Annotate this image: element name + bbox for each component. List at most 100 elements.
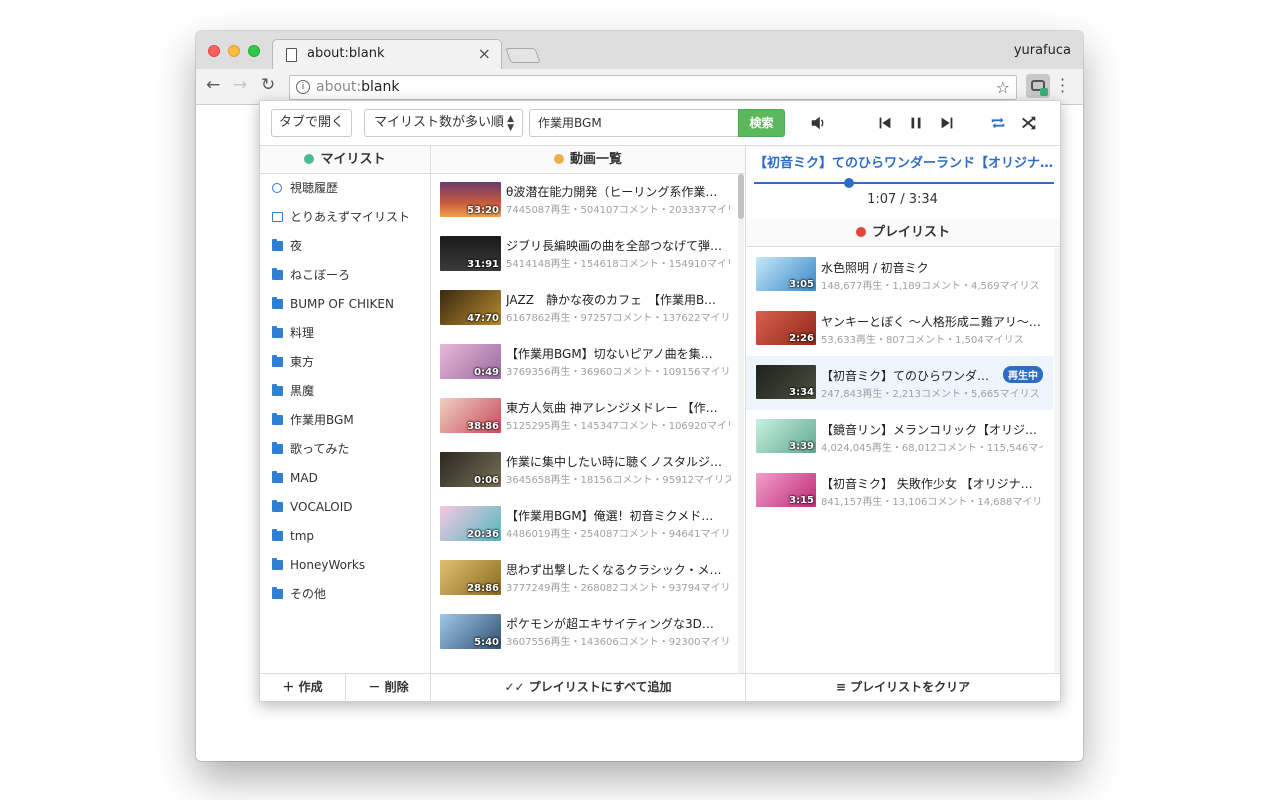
double-check-icon: ✓✓ [504,680,529,694]
video-thumbnail: 0:06 [440,452,501,487]
open-in-tab-button[interactable]: タブで開く [271,109,352,137]
video-list-scrollbar[interactable] [738,174,744,673]
playlist-thumbnail: 3:05 [756,257,816,291]
video-thumbnail: 38:86 [440,398,501,433]
pause-icon[interactable] [906,114,926,134]
delete-mylist-button[interactable]: － 削除 [346,674,431,702]
forward-icon[interactable]: → [233,75,247,95]
mylist-item-history[interactable]: 視聴履歴 [260,174,430,203]
video-list: 53:20 θ波潜在能力開発（ヒーリング系作業用BGM） 7445087再生・5… [431,174,745,673]
playlist-list: 3:05 水色照明 / 初音ミク 148,677再生・1,189コメント・4,5… [746,248,1053,673]
mylist-header: マイリスト [260,146,430,174]
video-meta: 5125295再生・145347コメント・106920マイリス [506,421,731,432]
mylist-item[interactable]: HoneyWorks [260,551,430,580]
play-badge-icon [1040,88,1048,96]
profile-name[interactable]: yurafuca [1014,43,1071,58]
video-item[interactable]: 47:70 JAZZ 静かな夜のカフェ 【作業用BGM】 6167862再生・9… [431,282,745,336]
repeat-icon[interactable] [988,114,1008,134]
playlist-scrollbar[interactable] [1054,248,1060,673]
video-item[interactable]: 31:91 ジブリ長編映画の曲を全部つなげて弾いてみた 5414148再生・15… [431,228,745,282]
mylist-item[interactable]: VOCALOID [260,493,430,522]
mylist-item[interactable]: ねこぼーろ [260,261,430,290]
info-icon[interactable]: i [296,80,310,94]
add-all-to-playlist-button[interactable]: ✓✓ プレイリストにすべて追加 [431,673,745,701]
new-tab-button[interactable] [505,48,541,63]
mylist-footer: ＋ 作成 － 削除 [260,673,431,702]
playlist-item-meta: 841,157再生・13,106コメント・14,688マイリス [821,497,1043,508]
history-icon [272,183,282,193]
create-mylist-button[interactable]: ＋ 作成 [260,674,345,702]
volume-icon[interactable] [808,114,828,134]
popup-toolbar: タブで開く マイリスト数が多い順 ▲ ▼ 作業用BGM 検索 [260,101,1060,146]
video-item[interactable]: 53:20 θ波潜在能力開発（ヒーリング系作業用BGM） 7445087再生・5… [431,174,745,228]
mylist-item-default[interactable]: とりあえずマイリスト [260,203,430,232]
page-icon [286,48,297,62]
folder-icon [272,471,283,483]
playlist-item[interactable]: 3:15 【初音ミク】 失敗作少女 【オリジナル曲】 841,157再生・13,… [746,464,1053,518]
playlist-item-meta: 247,843再生・2,213コメント・5,665マイリス [821,389,1040,400]
video-thumbnail: 0:49 [440,344,501,379]
mylist-item[interactable]: 東方 [260,348,430,377]
close-window-button[interactable] [208,45,220,57]
video-item[interactable]: 0:06 作業に集中したい時に聴くノスタルジックBGM 3645658再生・18… [431,444,745,498]
video-meta: 7445087再生・504107コメント・203337マイリス [506,205,731,216]
seek-bar[interactable] [754,182,1054,184]
next-track-icon[interactable] [937,114,957,134]
playlist-item-meta: 4,024,045再生・68,012コメント・115,546マイリス [821,443,1043,454]
clear-playlist-button[interactable]: ≡ プレイリストをクリア [746,673,1060,701]
playlist-item[interactable]: 3:39 【鏡音リン】メランコリック【オリジナル】 4,024,045再生・68… [746,410,1053,464]
video-meta: 3645658再生・18156コメント・95912マイリス [506,475,731,486]
mylist-list: 視聴履歴 とりあえずマイリスト 夜 ねこぼーろ BUMP OF CHIKEN 料… [260,174,430,609]
video-title: ジブリ長編映画の曲を全部つなげて弾いてみた [506,239,724,253]
video-item[interactable]: 28:86 思わず出撃したくなるクラシック・メドレー 3777249再生・268… [431,552,745,606]
current-time: 1:07 [867,192,897,207]
playlist-item[interactable]: 3:05 水色照明 / 初音ミク 148,677再生・1,189コメント・4,5… [746,248,1053,302]
video-title: θ波潜在能力開発（ヒーリング系作業用BGM） [506,185,724,199]
playlist-thumbnail: 3:15 [756,473,816,507]
previous-track-icon[interactable] [875,114,895,134]
video-meta: 5414148再生・154618コメント・154910マイリス [506,259,731,270]
browser-tab[interactable]: about:blank × [272,39,502,70]
video-item[interactable]: 0:49 【作業用BGM】切ないピアノ曲を集めてみた 3769356再生・369… [431,336,745,390]
search-input[interactable]: 作業用BGM [529,109,739,137]
video-title: JAZZ 静かな夜のカフェ 【作業用BGM】 [506,293,724,307]
address-bar[interactable]: i about:blank ☆ [289,75,1017,100]
mylist-item[interactable]: 作業用BGM [260,406,430,435]
mylist-item[interactable]: tmp [260,522,430,551]
browser-menu-icon[interactable]: · · · [1060,72,1065,100]
video-item[interactable]: 5:40 ポケモンが超エキサイティングな3Dアレンジ 3607556再生・143… [431,606,745,660]
mylist-item[interactable]: 料理 [260,319,430,348]
video-item[interactable]: 38:86 東方人気曲 神アレンジメドレー 【作業用BGM】 5125295再生… [431,390,745,444]
mylist-item[interactable]: 歌ってみた [260,435,430,464]
mylist-item[interactable]: 黒魔 [260,377,430,406]
now-playing-title[interactable]: 【初音ミク】てのひらワンダーランド【オリジナル】 [754,152,1056,171]
tab-close-icon[interactable]: × [478,44,491,63]
video-item[interactable]: 20:36 【作業用BGM】俺選！初音ミクメドレー 4486019再生・2540… [431,498,745,552]
mylist-item[interactable]: その他 [260,580,430,609]
seek-handle[interactable] [844,178,854,188]
shuffle-icon[interactable] [1019,114,1039,134]
mylist-item[interactable]: BUMP OF CHIKEN [260,290,430,319]
mylist-item[interactable]: MAD [260,464,430,493]
extension-button[interactable] [1026,74,1050,98]
playlist-item-active[interactable]: 3:34 【初音ミク】てのひらワンダーランド【オリジナル】 247,843再生・… [746,356,1053,410]
bookmark-star-icon[interactable]: ☆ [996,78,1010,97]
reload-icon[interactable]: ↻ [261,75,275,95]
zoom-window-button[interactable] [248,45,260,57]
back-icon[interactable]: ← [206,75,220,95]
video-meta: 6167862再生・97257コメント・137622マイリス [506,313,731,324]
scrollbar-thumb[interactable] [738,174,744,219]
video-title: ポケモンが超エキサイティングな3Dアレンジ [506,617,724,631]
playlist-thumbnail: 3:39 [756,419,816,453]
minimize-window-button[interactable] [228,45,240,57]
videos-header: 動画一覧 [431,146,745,174]
search-button[interactable]: 検索 [738,109,785,137]
video-thumbnail: 31:91 [440,236,501,271]
playlist-item-meta: 148,677再生・1,189コメント・4,569マイリス [821,281,1040,292]
select-arrows-icon: ▲ ▼ [507,114,514,133]
sort-select[interactable]: マイリスト数が多い順 ▲ ▼ [364,109,523,137]
playlist-item-title: 【鏡音リン】メランコリック【オリジナル】 [821,423,1043,437]
playlist-item[interactable]: 2:26 ヤンキーとぼく ～人格形成ニ難アリ～【オリジナル】 53,633再生・… [746,302,1053,356]
sort-select-value: マイリスト数が多い順 [374,115,505,130]
mylist-item[interactable]: 夜 [260,232,430,261]
